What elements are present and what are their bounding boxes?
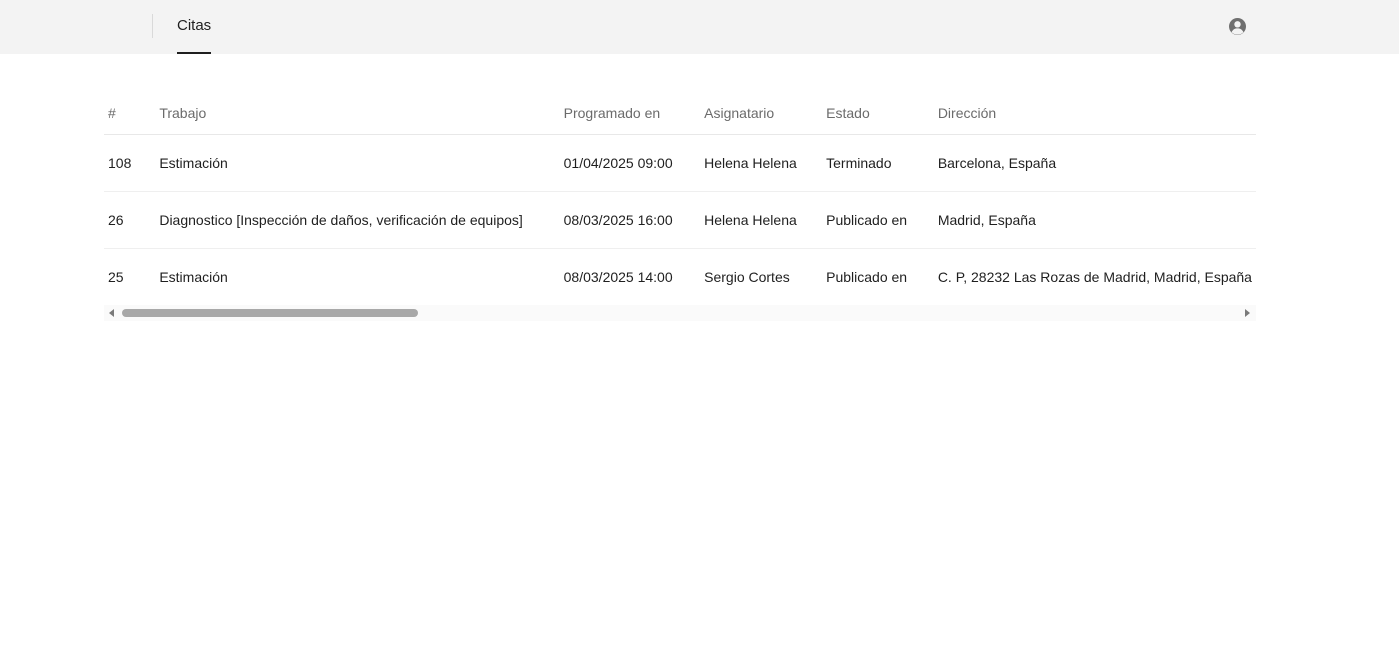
cell-asignatario: Helena Helena [700,191,823,249]
nav-divider [152,14,153,38]
cell-estado: Publicado en [822,248,934,306]
column-header-direccion[interactable]: Dirección [933,92,1256,135]
appointments-table: # Trabajo Programado en Asignatario Esta… [104,92,1256,306]
user-circle-icon[interactable] [1228,17,1247,36]
cell-trabajo: Diagnostico [Inspección de daños, verifi… [155,191,560,249]
scroll-left-arrow-icon[interactable] [109,309,114,317]
cell-direccion: Barcelona, España [933,134,1256,192]
cell-trabajo: Estimación [155,134,560,192]
cell-direccion: C. P, 28232 Las Rozas de Madrid, Madrid,… [933,248,1256,306]
horizontal-scrollbar[interactable] [104,305,1256,321]
cell-asignatario: Helena Helena [700,134,823,192]
column-header-asignatario[interactable]: Asignatario [700,92,823,135]
cell-trabajo: Estimación [155,248,560,306]
appointments-table-container: # Trabajo Programado en Asignatario Esta… [104,92,1256,322]
tab-citas[interactable]: Citas [177,0,212,54]
table-row[interactable]: 25 Estimación 08/03/2025 14:00 Sergio Co… [104,248,1256,306]
cell-id: 26 [104,191,156,249]
table-row[interactable]: 26 Diagnostico [Inspección de daños, ver… [104,191,1256,249]
cell-direccion: Madrid, España [933,191,1256,249]
cell-estado: Terminado [822,134,934,192]
cell-asignatario: Sergio Cortes [700,248,823,306]
active-tab-indicator [177,52,212,54]
cell-id: 108 [104,134,156,192]
column-header-programado[interactable]: Programado en [559,92,701,135]
column-header-estado[interactable]: Estado [822,92,934,135]
cell-programado: 08/03/2025 14:00 [559,248,701,306]
top-navigation-bar: Citas [0,0,1399,54]
cell-id: 25 [104,248,156,306]
cell-estado: Publicado en [822,191,934,249]
table-header-row: # Trabajo Programado en Asignatario Esta… [104,92,1256,135]
tab-citas-label: Citas [177,17,212,34]
cell-programado: 01/04/2025 09:00 [559,134,701,192]
table-row[interactable]: 108 Estimación 01/04/2025 09:00 Helena H… [104,134,1256,192]
scrollbar-thumb[interactable] [122,309,418,317]
column-header-trabajo[interactable]: Trabajo [155,92,560,135]
column-header-id[interactable]: # [104,92,156,135]
scroll-right-arrow-icon[interactable] [1245,309,1250,317]
cell-programado: 08/03/2025 16:00 [559,191,701,249]
